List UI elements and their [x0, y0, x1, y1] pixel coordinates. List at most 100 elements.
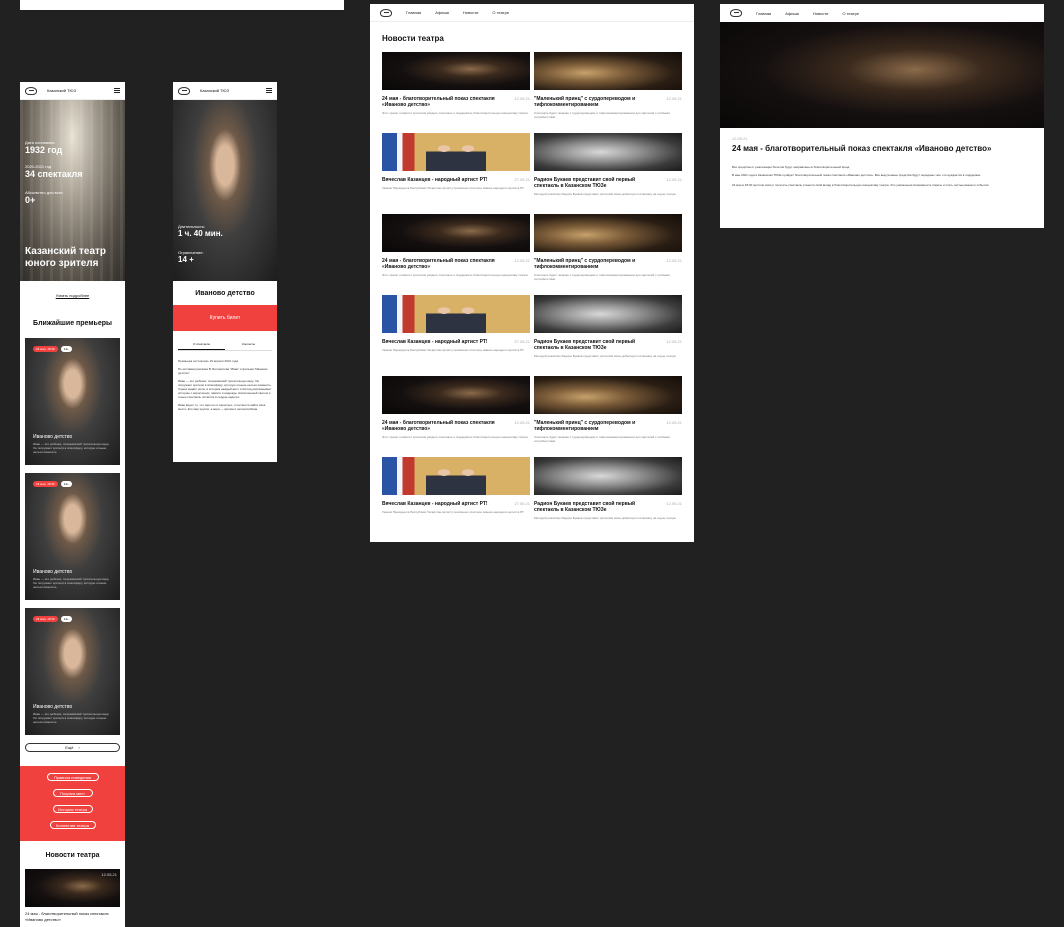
news-card-date: 12.05.21 [514, 420, 530, 425]
nav-main[interactable]: Главная [756, 11, 771, 16]
news-card[interactable]: 24 мая - благотворительный показ спектак… [382, 376, 530, 454]
tab-about[interactable]: О спектакле [178, 342, 225, 350]
news-card[interactable]: Радион Букаев представит свой первый спе… [534, 133, 682, 211]
premiere-title: Иваново детство [33, 569, 73, 575]
news-card[interactable]: Вячеслав Казанцев - народный артист РТ! 2… [382, 133, 530, 211]
news-card-date: 12.05.21 [666, 339, 682, 344]
news-card[interactable]: Вячеслав Казанцев - народный артист РТ! 2… [382, 295, 530, 373]
news-card[interactable]: "Маленький принц" с сурдопереводом и тиф… [534, 52, 682, 130]
news-preview-title[interactable]: 24 мая - благотворительный показ спектак… [20, 907, 125, 927]
news-card-title[interactable]: 24 мая - благотворительный показ спектак… [382, 96, 500, 108]
buy-seats-button[interactable]: Покупка мест [52, 789, 93, 797]
premiere-date-badge: 24 мая, 18:30 [33, 616, 58, 622]
news-card-title[interactable]: "Маленький принц" с сурдопереводом и тиф… [534, 258, 652, 270]
menu-burger-icon[interactable] [114, 88, 120, 93]
article-body: Все средства от реализации билетов будут… [720, 153, 1044, 187]
team-button[interactable]: Коллектив театра [49, 821, 96, 829]
show-tabs: О спектакле Контакты [178, 342, 272, 351]
news-card-date: 12.05.21 [666, 96, 682, 101]
age-value: 14 + [178, 255, 194, 264]
news-card-date: 27.05.21 [514, 501, 530, 506]
news-card-excerpt: Указом Президента Республики Татарстан а… [382, 510, 525, 514]
news-card-title[interactable]: "Маленький принц" с сурдопереводом и тиф… [534, 96, 652, 108]
age-badge: 14+ [60, 616, 72, 622]
nav-main[interactable]: Главная [406, 10, 421, 15]
news-grid: 24 мая - благотворительный показ спектак… [382, 52, 682, 535]
nav-about[interactable]: О театре [492, 10, 509, 15]
chevron-right-icon: › [78, 745, 80, 750]
news-card-image[interactable] [534, 376, 682, 414]
news-card-image[interactable] [382, 214, 530, 252]
buy-ticket-button[interactable]: Купить билет [173, 305, 277, 331]
rules-button[interactable]: Правила поведения [46, 773, 99, 781]
premiere-note: Премьера состоялась 19 апреля 2021 года [178, 359, 239, 363]
news-card-image[interactable] [382, 295, 530, 333]
menu-block: Правила поведения Покупка мест История т… [20, 766, 125, 841]
news-card-image[interactable] [534, 52, 682, 90]
news-card-title[interactable]: Вячеслав Казанцев - народный артист РТ! [382, 339, 500, 345]
news-card-image[interactable] [382, 457, 530, 495]
news-card[interactable]: Радион Букаев представит свой первый спе… [534, 457, 682, 535]
premiere-card[interactable]: 24 мая, 18:30 14+ Иваново детство Иван —… [25, 338, 120, 465]
premiere-desc: Иван — это ребёнок, сохранивший трогател… [33, 577, 110, 589]
news-card-title[interactable]: Вячеслав Казанцев - народный артист РТ! [382, 177, 500, 183]
news-card-title[interactable]: 24 мая - благотворительный показ спектак… [382, 258, 500, 270]
nav-about[interactable]: О театре [842, 11, 859, 16]
learn-more-link[interactable]: Узнать подробнее [20, 293, 125, 298]
theatre-logo-icon[interactable] [25, 86, 37, 95]
news-card-title[interactable]: Радион Букаев представит свой первый спе… [534, 501, 652, 513]
news-card-title-row: Вячеслав Казанцев - народный артист РТ! 2… [382, 177, 530, 183]
news-card-title-row: 24 мая - благотворительный показ спектак… [382, 258, 530, 270]
article-date: 12.05.21 [732, 136, 748, 141]
premiere-card[interactable]: 24 мая, 18:30 14+ Иваново детство Иван —… [25, 473, 120, 600]
news-card[interactable]: 24 мая - благотворительный показ спектак… [382, 214, 530, 292]
news-card-image[interactable] [382, 376, 530, 414]
description-para: По мотивам рассказа В. Богомолова "Иван"… [178, 367, 268, 375]
nav-afisha[interactable]: Афиша [435, 10, 449, 15]
premiere-card[interactable]: 24 мая, 18:30 14+ Иваново детство Иван —… [25, 608, 120, 735]
theatre-logo-icon[interactable] [178, 86, 190, 95]
news-card-title[interactable]: 24 мая - благотворительный показ спектак… [382, 420, 500, 432]
menu-burger-icon[interactable] [266, 88, 272, 93]
news-card-image[interactable] [534, 214, 682, 252]
news-card-image[interactable] [534, 295, 682, 333]
history-button[interactable]: История театра [52, 805, 93, 813]
nav-news[interactable]: Новости [463, 10, 478, 15]
theatre-logo-icon[interactable] [730, 9, 742, 17]
more-button[interactable]: Ещё › [25, 743, 120, 752]
nav-afisha[interactable]: Афиша [785, 11, 799, 16]
mobile-home-artboard: Казанский ТЮЗ Дата основания 1932 год 20… [20, 82, 125, 927]
news-card-image[interactable] [382, 133, 530, 171]
news-card-image[interactable] [534, 133, 682, 171]
news-preview-date: 12.05.21 [101, 872, 117, 877]
age-badge: 14+ [60, 481, 72, 487]
news-card[interactable]: "Маленький принц" с сурдопереводом и тиф… [534, 214, 682, 292]
news-card-title[interactable]: Радион Букаев представит свой первый спе… [534, 177, 652, 189]
news-card-title[interactable]: Вячеслав Казанцев - народный артист РТ! [382, 501, 500, 507]
news-card-date: 12.05.21 [666, 177, 682, 182]
nav-news[interactable]: Новости [813, 11, 828, 16]
news-card[interactable]: Вячеслав Казанцев - народный артист РТ! 2… [382, 457, 530, 535]
news-card[interactable]: Радион Букаев представит свой первый спе… [534, 295, 682, 373]
news-card-image[interactable] [534, 457, 682, 495]
news-card-title-row: Радион Букаев представит свой первый спе… [534, 339, 682, 351]
premieres-list: 24 мая, 18:30 14+ Иваново детство Иван —… [20, 338, 125, 735]
news-card[interactable]: 24 мая - благотворительный показ спектак… [382, 52, 530, 130]
news-card-image[interactable] [382, 52, 530, 90]
news-card-title-row: Радион Букаев представит свой первый спе… [534, 177, 682, 189]
premiere-date-badge: 24 мая, 18:30 [33, 346, 58, 352]
news-card-title[interactable]: "Маленький принц" с сурдопереводом и тиф… [534, 420, 652, 432]
news-card-excerpt: Указом Президента Республики Татарстан а… [382, 186, 525, 190]
news-card-title[interactable]: Радион Букаев представит свой первый спе… [534, 339, 652, 351]
news-preview-image[interactable]: 12.05.21 [25, 869, 120, 907]
desktop-article-artboard: Главная Афиша Новости О театре 12.05.21 … [720, 4, 1044, 228]
news-card-excerpt: Молодой режиссёр Радион Букаев представи… [534, 516, 677, 520]
news-card-excerpt: Молодой режиссёр Радион Букаев представи… [534, 192, 677, 196]
hero-banner: Дата основания 1932 год 2020-2021 год 34… [20, 100, 125, 281]
news-card-date: 12.05.21 [514, 96, 530, 101]
news-card[interactable]: "Маленький принц" с сурдопереводом и тиф… [534, 376, 682, 454]
tab-contacts[interactable]: Контакты [225, 342, 272, 350]
premiere-title: Иваново детство [33, 434, 73, 440]
theatre-logo-icon[interactable] [380, 8, 392, 17]
premiere-desc: Иван — это ребёнок, сохранивший трогател… [33, 712, 110, 724]
